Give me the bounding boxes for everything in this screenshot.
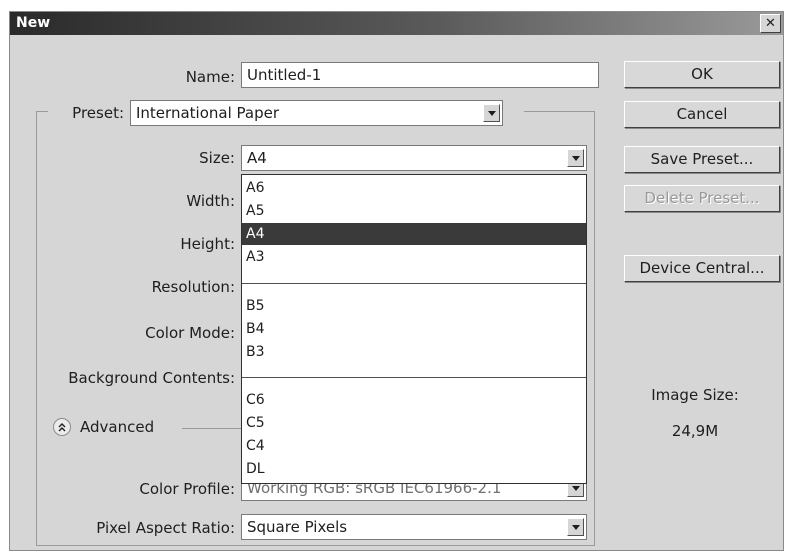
close-icon[interactable]: ✕ bbox=[760, 14, 781, 33]
background-contents-label: Background Contents: bbox=[68, 369, 235, 387]
size-select[interactable]: A4 bbox=[241, 145, 587, 171]
preset-select[interactable]: International Paper bbox=[130, 100, 503, 126]
size-option-a4-selected[interactable]: A4 bbox=[242, 223, 586, 245]
size-label: Size: bbox=[199, 149, 235, 167]
image-size-label: Image Size: bbox=[651, 386, 739, 404]
ok-button[interactable]: OK bbox=[624, 61, 780, 88]
size-option-c4[interactable]: C4 bbox=[242, 435, 586, 457]
advanced-divider bbox=[182, 428, 242, 429]
size-list-separator bbox=[242, 283, 586, 284]
image-size-value: 24,9M bbox=[671, 422, 719, 440]
preset-group-border-top-left bbox=[36, 111, 48, 112]
size-option-c6[interactable]: C6 bbox=[242, 389, 586, 411]
pixel-aspect-ratio-label: Pixel Aspect Ratio: bbox=[96, 519, 235, 537]
height-label: Height: bbox=[180, 235, 235, 253]
title-bar[interactable]: New ✕ bbox=[10, 12, 783, 35]
preset-group-border-top-right bbox=[524, 111, 594, 112]
size-option-b5[interactable]: B5 bbox=[242, 295, 586, 317]
preset-group-border-bottom bbox=[36, 545, 595, 546]
color-mode-label: Color Mode: bbox=[145, 324, 235, 342]
save-preset-button[interactable]: Save Preset... bbox=[624, 146, 780, 173]
resolution-label: Resolution: bbox=[151, 278, 235, 296]
double-chevron-up-icon[interactable] bbox=[53, 418, 71, 436]
window-title: New bbox=[16, 15, 51, 31]
width-label: Width: bbox=[186, 192, 235, 210]
size-option-c5[interactable]: C5 bbox=[242, 412, 586, 434]
new-document-dialog: New ✕ Name: Untitled-1 Preset: Internati… bbox=[9, 11, 784, 551]
delete-preset-button[interactable]: Delete Preset... bbox=[624, 185, 780, 212]
size-dropdown-list[interactable]: A6 A5 A4 A3 B5 B4 B3 C6 C5 C4 DL bbox=[241, 174, 587, 484]
name-label: Name: bbox=[185, 68, 235, 86]
pixel-aspect-ratio-select[interactable]: Square Pixels bbox=[241, 514, 587, 540]
chevron-down-icon[interactable] bbox=[567, 518, 584, 536]
size-option-a3[interactable]: A3 bbox=[242, 246, 586, 268]
size-option-a6[interactable]: A6 bbox=[242, 177, 586, 199]
size-option-a5[interactable]: A5 bbox=[242, 200, 586, 222]
size-option-dl[interactable]: DL bbox=[242, 458, 586, 480]
chevron-down-icon[interactable] bbox=[567, 149, 584, 167]
preset-group-border-right bbox=[594, 111, 595, 545]
preset-group-border-left bbox=[36, 111, 37, 545]
chevron-down-icon[interactable] bbox=[483, 104, 500, 122]
color-profile-label: Color Profile: bbox=[139, 480, 235, 498]
size-option-b4[interactable]: B4 bbox=[242, 318, 586, 340]
advanced-label: Advanced bbox=[80, 418, 155, 436]
preset-label: Preset: bbox=[72, 104, 124, 122]
size-list-separator bbox=[242, 377, 586, 378]
name-input[interactable]: Untitled-1 bbox=[241, 62, 599, 88]
size-option-b3[interactable]: B3 bbox=[242, 341, 586, 363]
cancel-button[interactable]: Cancel bbox=[624, 101, 780, 128]
device-central-button[interactable]: Device Central... bbox=[624, 255, 780, 282]
